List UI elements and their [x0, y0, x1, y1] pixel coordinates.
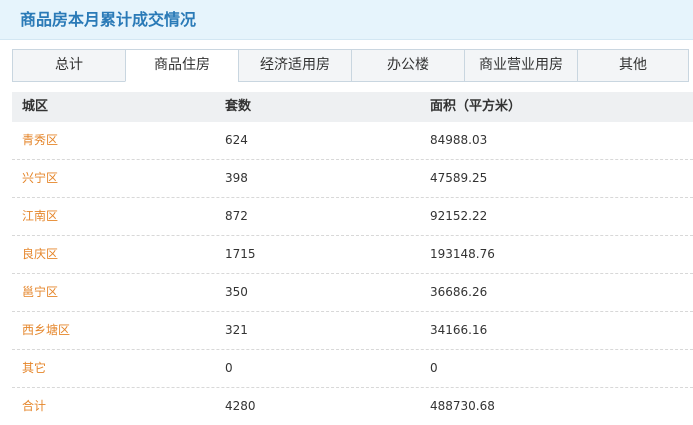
table-header: 城区 套数 面积（平方米）: [12, 92, 693, 122]
total-area-value: 488730.68: [430, 399, 495, 413]
district-link[interactable]: 青秀区: [22, 122, 58, 159]
table-row: 青秀区 624 84988.03: [12, 122, 693, 160]
units-value: 1715: [225, 247, 256, 261]
tab-office[interactable]: 办公楼: [351, 49, 464, 82]
table-row: 邕宁区 350 36686.26: [12, 274, 693, 312]
tab-retail[interactable]: 商业营业用房: [464, 49, 577, 82]
column-header-area: 面积（平方米）: [430, 99, 522, 114]
units-value: 0: [225, 361, 233, 375]
area-value: 36686.26: [430, 285, 488, 299]
units-value: 624: [225, 133, 248, 147]
table-row: 良庆区 1715 193148.76: [12, 236, 693, 274]
table-row: 其它 0 0: [12, 350, 693, 388]
units-value: 872: [225, 209, 248, 223]
district-link[interactable]: 良庆区: [22, 236, 58, 273]
table-row: 兴宁区 398 47589.25: [12, 160, 693, 198]
area-value: 34166.16: [430, 323, 488, 337]
area-value: 193148.76: [430, 247, 495, 261]
area-value: 84988.03: [430, 133, 488, 147]
district-link[interactable]: 江南区: [22, 198, 58, 235]
table-row: 江南区 872 92152.22: [12, 198, 693, 236]
tab-affordable-housing[interactable]: 经济适用房: [238, 49, 351, 82]
tab-total[interactable]: 总计: [12, 49, 125, 82]
panel-title: 商品房本月累计成交情况: [20, 10, 197, 29]
column-header-district: 城区: [22, 99, 49, 114]
table-row: 西乡塘区 321 34166.16: [12, 312, 693, 350]
area-value: 0: [430, 361, 438, 375]
area-value: 92152.22: [430, 209, 488, 223]
column-header-units: 套数: [225, 99, 252, 114]
transaction-table: 城区 套数 面积（平方米） 青秀区 624 84988.03 兴宁区 398 4…: [12, 92, 693, 425]
district-link[interactable]: 兴宁区: [22, 160, 58, 197]
total-units-value: 4280: [225, 399, 256, 413]
transaction-panel: 商品房本月累计成交情况 总计 商品住房 经济适用房 办公楼 商业营业用房 其他 …: [0, 0, 693, 425]
category-tabs: 总计 商品住房 经济适用房 办公楼 商业营业用房 其他: [12, 49, 689, 82]
tab-other[interactable]: 其他: [577, 49, 689, 82]
district-link[interactable]: 邕宁区: [22, 274, 58, 311]
table-row-total: 合计 4280 488730.68: [12, 388, 693, 425]
panel-header: 商品房本月累计成交情况: [0, 0, 693, 40]
total-label[interactable]: 合计: [22, 388, 46, 425]
units-value: 398: [225, 171, 248, 185]
units-value: 321: [225, 323, 248, 337]
district-link[interactable]: 其它: [22, 350, 46, 387]
district-link[interactable]: 西乡塘区: [22, 312, 70, 349]
area-value: 47589.25: [430, 171, 488, 185]
units-value: 350: [225, 285, 248, 299]
tab-commercial-housing[interactable]: 商品住房: [125, 49, 238, 82]
